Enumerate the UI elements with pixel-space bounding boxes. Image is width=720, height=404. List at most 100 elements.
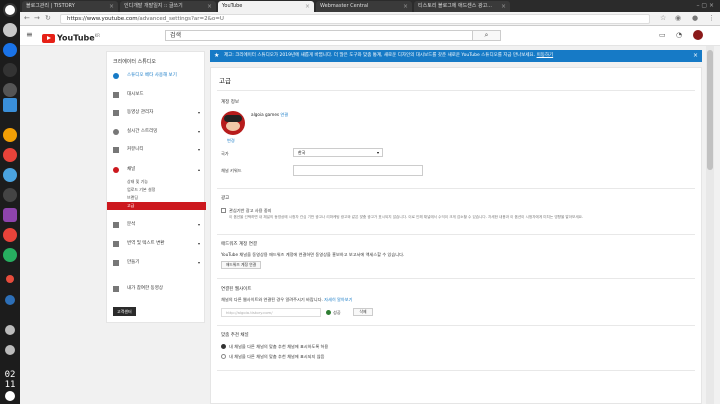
avatar[interactable] xyxy=(693,30,703,40)
ads-description: 이 옵션을 선택하면 내 채널의 동영상에 시청자 관심 기반 광고나 리마케팅… xyxy=(229,215,584,219)
learn-more-link[interactable]: 자세히 알아보기 xyxy=(324,297,352,302)
hamburger-icon[interactable]: ≡ xyxy=(26,30,33,39)
sidebar-item-channel[interactable]: 채널 ▴ xyxy=(107,165,206,175)
sidebar-sub-advanced[interactable]: 고급 xyxy=(107,202,206,210)
adwords-link-button[interactable]: 애드워즈 계정 연결 xyxy=(221,261,261,269)
chrome-icon[interactable] xyxy=(3,248,17,262)
country-select[interactable]: 한국 ▾ xyxy=(293,148,383,157)
os-logo-icon[interactable] xyxy=(3,3,17,17)
close-icon[interactable]: × xyxy=(693,50,698,62)
contribution-icon xyxy=(113,286,119,292)
sidebar-item-translation[interactable]: 번역 및 텍스트 변환 ▾ xyxy=(107,239,206,249)
bookmark-icon[interactable]: ☆ xyxy=(660,14,666,22)
interest-ads-label: 관심기반 광고 사용 중지 xyxy=(229,208,272,213)
tab-webmaster[interactable]: Webmaster Central × xyxy=(316,1,412,12)
network-icon[interactable] xyxy=(5,325,15,335)
search-input[interactable]: 검색 xyxy=(165,30,473,41)
close-icon: × xyxy=(304,3,310,10)
window-controls[interactable]: – ▢ × xyxy=(696,2,714,9)
gear-icon xyxy=(113,73,119,79)
analytics-icon xyxy=(113,222,119,228)
youtube-play-icon xyxy=(42,33,55,43)
adwords-description: YouTube 채널을 동영상용 애드워즈 계정에 연결하면 동영상을 홍보하고… xyxy=(221,252,405,257)
recommend-heading: 맞춤 추천 채널 xyxy=(221,333,249,338)
sidebar-sub-upload-defaults[interactable]: 업로드 기본 설정 xyxy=(107,186,206,194)
community-icon xyxy=(113,147,119,153)
recommend-deny-radio[interactable] xyxy=(221,354,226,359)
page-title: 고급 xyxy=(219,77,231,85)
profile-icon[interactable]: ● xyxy=(692,14,698,22)
close-icon: × xyxy=(108,3,114,10)
files-icon[interactable] xyxy=(3,98,17,112)
tab-adsense[interactable]: 티스토리 블로그에 애드센스 광고... × xyxy=(414,1,510,12)
website-url-input[interactable]: http://algoia.tistory.com/ xyxy=(221,308,321,317)
sidebar-item-video-manager[interactable]: 동영상 관리자 ▾ xyxy=(107,108,206,118)
power-icon[interactable] xyxy=(5,391,15,401)
channel-avatar xyxy=(221,111,245,135)
channel-name: algoia games 연결 xyxy=(251,112,289,117)
interest-ads-checkbox[interactable] xyxy=(221,208,226,213)
account-heading: 계정 정보 xyxy=(221,100,239,105)
close-icon: × xyxy=(206,3,212,10)
sidebar-item-live[interactable]: 실시간 스트리밍 ▾ xyxy=(107,127,206,137)
divider xyxy=(217,325,695,326)
sidebar-item-create[interactable]: 만들기 ▾ xyxy=(107,258,206,268)
sidebar-item-analytics[interactable]: 분석 ▾ xyxy=(107,220,206,230)
chrome-icon[interactable] xyxy=(3,228,17,242)
upload-icon[interactable]: ▭ xyxy=(659,31,666,39)
tab-youtube[interactable]: YouTube × xyxy=(218,1,314,12)
record-icon[interactable] xyxy=(6,275,14,283)
channel-link[interactable]: 연결 xyxy=(280,112,288,117)
menu-icon[interactable]: ⋮ xyxy=(708,14,715,22)
change-avatar-link[interactable]: 변경 xyxy=(227,138,235,144)
keywords-input[interactable] xyxy=(293,165,423,176)
banner-link[interactable]: 이동하기 xyxy=(537,53,554,58)
sidebar-item-contributed[interactable]: 내가 참여한 동영상 xyxy=(107,284,206,294)
recommend-allow-label: 내 채널을 다른 채널의 맞춤 추천 채널에 표시하도록 허용 xyxy=(229,344,329,349)
sidebar-item-dashboard[interactable]: 대시보드 xyxy=(107,90,206,100)
sidebar-sub-branding[interactable]: 브랜딩 xyxy=(107,194,206,202)
search-button[interactable]: ⌕ xyxy=(473,30,501,41)
close-icon: × xyxy=(500,3,506,10)
recommend-deny-label: 내 채널을 다른 채널의 맞춤 추천 채널에 표시되지 않음 xyxy=(229,354,325,359)
vscode-icon[interactable] xyxy=(3,208,17,222)
website-description: 채널의 다른 웹사이트와 연결된 경우 알려주시기 바랍니다. 자세히 알아보기 xyxy=(221,297,353,302)
back-icon[interactable]: ← xyxy=(24,14,30,22)
divider xyxy=(217,90,695,91)
country-label: 국가 xyxy=(221,151,229,156)
recommend-allow-radio[interactable] xyxy=(221,344,226,349)
volume-icon[interactable] xyxy=(5,345,15,355)
sidebar-sub-status[interactable]: 상태 및 기능 xyxy=(107,178,206,186)
studio-beta-link[interactable]: 스튜디오 베타 사용해 보기 xyxy=(107,71,206,81)
terminal-icon[interactable] xyxy=(3,63,17,77)
app-icon[interactable] xyxy=(3,83,17,97)
bluetooth-icon[interactable] xyxy=(5,295,15,305)
youtube-logo[interactable]: YouTubeKR xyxy=(42,30,100,43)
adwords-heading: 애드워즈 계정 연결 xyxy=(221,242,257,247)
forward-icon[interactable]: → xyxy=(34,14,40,22)
app-icon[interactable] xyxy=(3,148,17,162)
notification-icon[interactable]: ◔ xyxy=(676,31,682,39)
app-icon[interactable] xyxy=(3,188,17,202)
os-dock: 02 11 xyxy=(0,0,20,404)
page-body: 크리에이터 스튜디오 스튜디오 베타 사용해 보기 대시보드 동영상 관리자 ▾ … xyxy=(20,46,720,404)
tab-blog-write[interactable]: 인디개발 개발일지 :: 글쓰기 × xyxy=(120,1,216,12)
scrollbar[interactable] xyxy=(706,46,714,404)
channel-icon xyxy=(113,167,119,173)
divider xyxy=(217,278,695,279)
feedback-button[interactable]: 고객센터 xyxy=(113,307,136,316)
sidebar-item-community[interactable]: 커뮤니티 ▾ xyxy=(107,145,206,155)
url-input[interactable]: https://www.youtube.com/advanced_setting… xyxy=(60,14,650,24)
reload-icon[interactable]: ↻ xyxy=(45,14,51,22)
chrome-icon[interactable] xyxy=(3,43,17,57)
chevron-down-icon: ▾ xyxy=(197,222,200,227)
tab-tistory[interactable]: 블로그관리 | TISTORY × xyxy=(22,1,118,12)
app-icon[interactable] xyxy=(3,23,17,37)
app-icon[interactable] xyxy=(3,168,17,182)
extension-icon[interactable]: ◉ xyxy=(675,14,681,22)
scrollbar-thumb[interactable] xyxy=(707,50,713,170)
remove-website-button[interactable]: 삭제 xyxy=(353,308,373,316)
blender-icon[interactable] xyxy=(3,128,17,142)
browser-window: 블로그관리 | TISTORY × 인디개발 개발일지 :: 글쓰기 × YouTu… xyxy=(20,0,720,404)
chevron-up-icon: ▴ xyxy=(197,167,200,172)
